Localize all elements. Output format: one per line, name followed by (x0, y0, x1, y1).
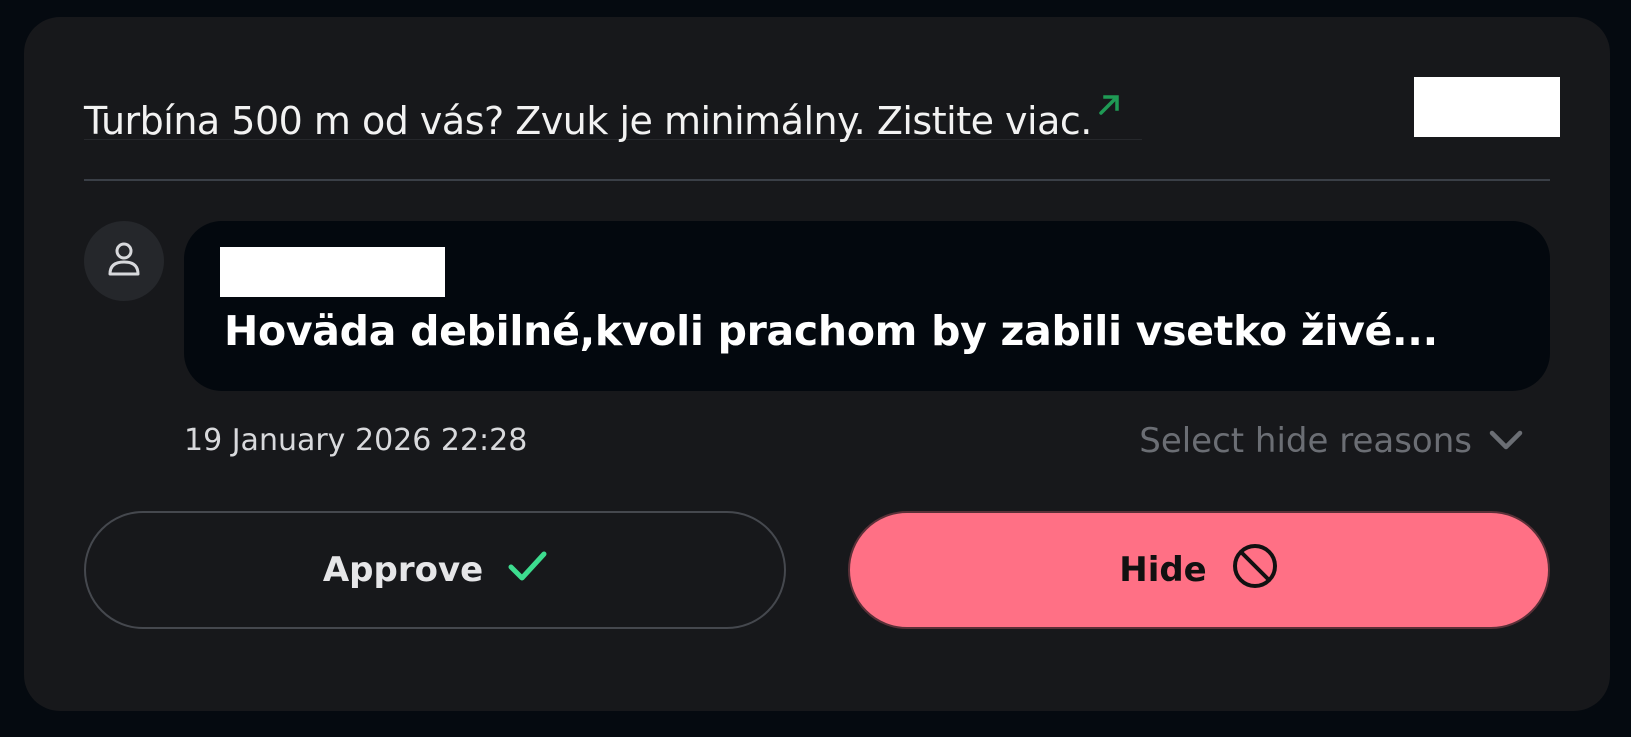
ad-title-link[interactable]: Turbína 500 m od vás? Zvuk je minimálny.… (84, 79, 1142, 143)
avatar (84, 221, 164, 301)
user-icon (107, 241, 141, 281)
comment-moderation-card: Turbína 500 m od vás? Zvuk je minimálny.… (24, 17, 1610, 711)
comment-timestamp: 19 January 2026 22:28 (184, 423, 528, 458)
hide-button-label: Hide (1119, 550, 1207, 590)
hide-reasons-placeholder: Select hide reasons (1139, 421, 1472, 461)
ad-title-text: Turbína 500 m od vás? Zvuk je minimálny.… (84, 99, 1092, 143)
comment-text: Hoväda debilné,kvoli prachom by zabili v… (224, 307, 1438, 355)
approve-button[interactable]: Approve (84, 511, 786, 629)
arrow-up-right-icon (1096, 63, 1122, 115)
chevron-down-icon (1488, 421, 1524, 461)
approve-button-label: Approve (322, 550, 484, 590)
divider (84, 179, 1550, 181)
redacted-author-name (220, 247, 445, 297)
checkmark-icon (507, 550, 547, 591)
comment-bubble: Hoväda debilné,kvoli prachom by zabili v… (184, 221, 1550, 391)
hide-reasons-select[interactable]: Select hide reasons (1139, 417, 1524, 465)
prohibited-icon (1231, 542, 1279, 599)
redacted-block (1414, 77, 1560, 137)
hide-button[interactable]: Hide (848, 511, 1550, 629)
